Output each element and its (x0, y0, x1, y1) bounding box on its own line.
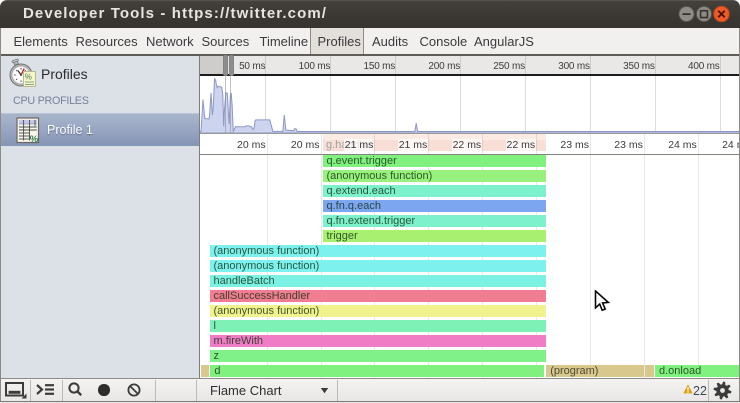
svg-text:%: % (25, 73, 32, 82)
svg-text:%: % (29, 133, 38, 143)
